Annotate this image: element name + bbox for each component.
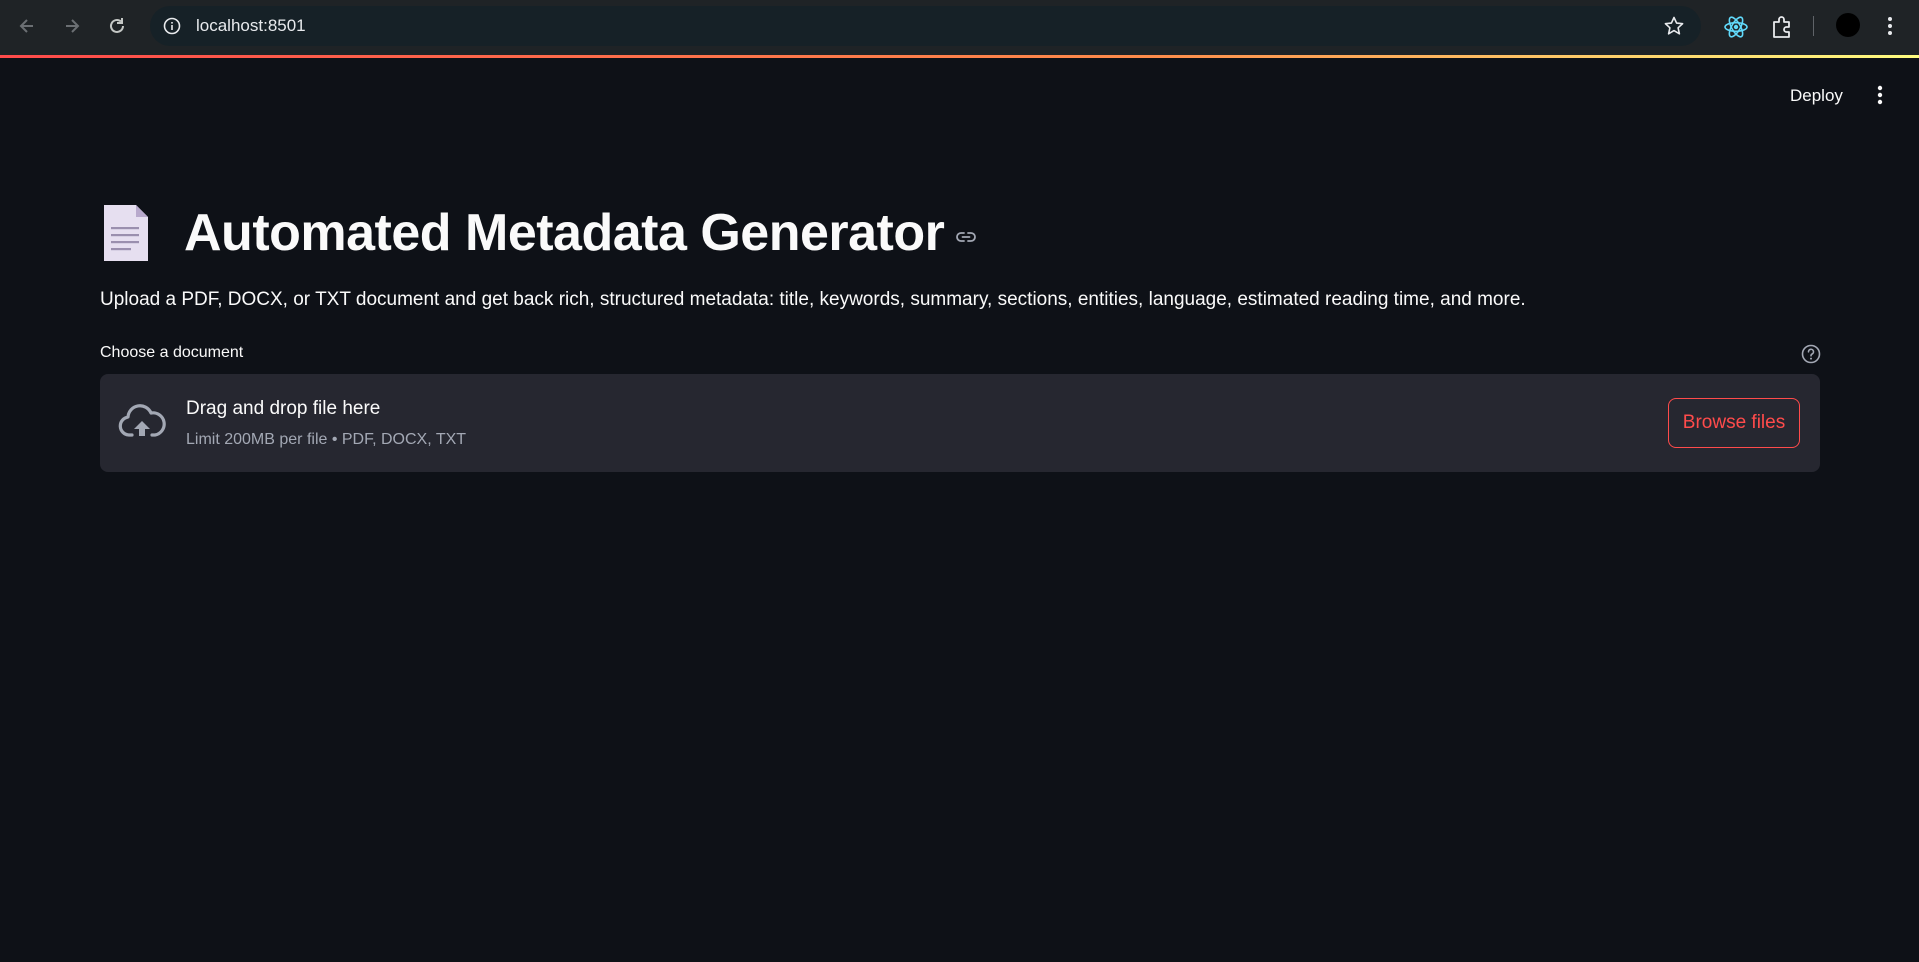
help-icon[interactable] [1800, 343, 1822, 365]
url-text[interactable]: localhost:8501 [196, 16, 306, 36]
reload-icon[interactable] [104, 13, 130, 39]
address-bar[interactable]: localhost:8501 [150, 6, 1701, 46]
page-description: Upload a PDF, DOCX, or TXT document and … [100, 289, 1526, 310]
browse-files-button[interactable]: Browse files [1668, 398, 1800, 448]
page-title: Automated Metadata Generator [184, 204, 945, 262]
uploader-label: Choose a document [100, 344, 244, 361]
forward-icon[interactable] [59, 13, 85, 39]
anchor-link-icon[interactable] [954, 225, 978, 249]
back-icon[interactable] [14, 13, 40, 39]
file-dropzone[interactable]: Drag and drop file here Limit 200MB per … [100, 374, 1820, 472]
extensions-icon[interactable] [1768, 13, 1796, 41]
deploy-button[interactable]: Deploy [1782, 82, 1851, 110]
bookmark-star-icon[interactable] [1663, 15, 1685, 37]
chrome-menu-icon[interactable] [1886, 15, 1894, 37]
app-decoration-bar [0, 55, 1919, 58]
dropzone-limits: Limit 200MB per file • PDF, DOCX, TXT [186, 431, 467, 448]
page-header: Automated Metadata Generator [100, 198, 978, 268]
toolbar-divider [1813, 16, 1814, 36]
dropzone-instructions: Drag and drop file here [186, 398, 381, 419]
react-devtools-icon[interactable] [1722, 13, 1750, 41]
page-facing-up-icon [100, 203, 150, 263]
cloud-upload-icon [118, 401, 166, 445]
site-info-icon[interactable] [162, 16, 182, 36]
main-menu-icon[interactable] [1872, 84, 1888, 106]
profile-avatar[interactable] [1836, 13, 1860, 37]
browser-chrome: localhost:8501 [0, 0, 1919, 55]
